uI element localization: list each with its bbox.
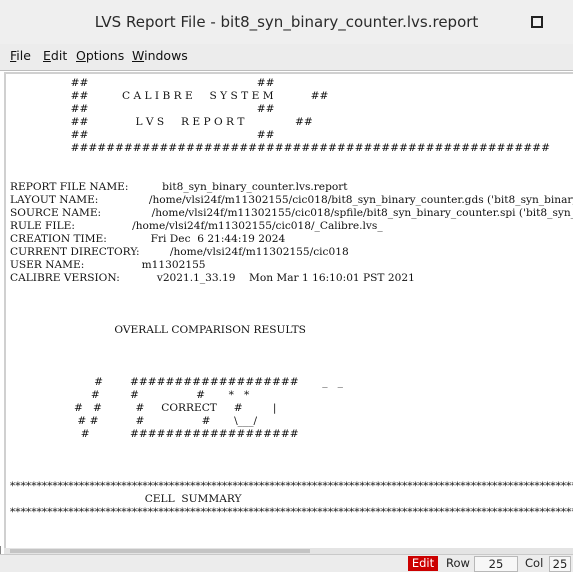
menu-bar: File Edit Options Windows [0,44,573,71]
scrollbar-thumb[interactable] [10,549,310,553]
menu-file[interactable]: File [10,48,31,63]
maximize-icon [531,16,543,28]
title-bar: LVS Report File - bit8_syn_binary_counte… [0,0,573,45]
report-content: ## ## ## C A L I B R E S Y S T E M ## ##… [10,77,573,518]
menu-windows[interactable]: Windows [132,48,188,63]
report-text-area[interactable]: ## ## ## C A L I B R E S Y S T E M ## ##… [4,72,573,550]
status-bar: Edit Row 25 Col 25 [0,554,573,572]
window-title: LVS Report File - bit8_syn_binary_counte… [94,13,479,31]
menu-options[interactable]: Options [76,48,124,63]
row-label: Row [446,556,470,570]
col-label: Col [525,556,544,570]
mode-indicator: Edit [408,556,438,571]
minimize-button[interactable] [495,12,517,32]
maximize-button[interactable] [526,12,548,32]
col-field: 25 [549,556,571,572]
menu-edit[interactable]: Edit [43,48,67,63]
row-field: 25 [474,556,518,572]
